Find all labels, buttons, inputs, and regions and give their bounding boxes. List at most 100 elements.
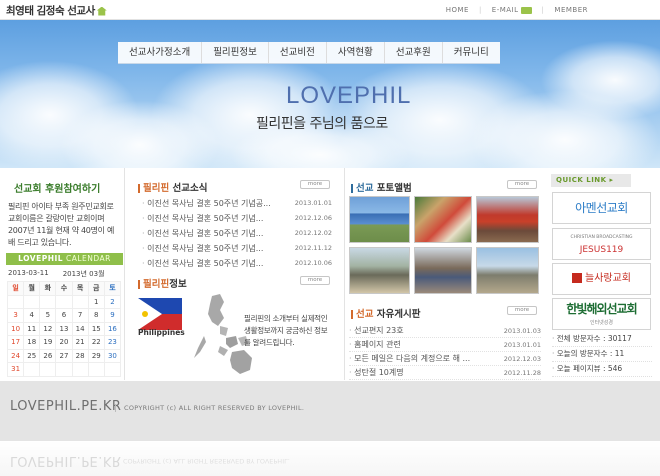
info-title-highlight: 필리핀: [143, 279, 170, 290]
quicklink-neulsarang[interactable]: 늘사랑교회: [552, 263, 651, 295]
news-more-button[interactable]: more: [300, 180, 330, 189]
list-item[interactable]: 이진선 목사님 결혼 50주년 기념공... 2013.01.01: [142, 196, 332, 211]
album-title[interactable]: 선교 포토앨범: [351, 180, 412, 194]
calendar-day[interactable]: 28: [71, 348, 89, 363]
calendar-day[interactable]: 31: [6, 362, 25, 377]
hero-banner: 선교사가정소개 필리핀정보 선교비전 사역현황 선교후원 커뮤니티 LOVEPH…: [0, 20, 660, 168]
calendar-day[interactable]: 11: [23, 321, 41, 336]
top-bar: 최영태 김정숙 선교사 HOME | E-MAIL | MEMBER: [0, 0, 660, 20]
calendar-day[interactable]: 21: [71, 335, 89, 350]
news-item-title: 이진선 목사님 결혼 50주년 기념...: [142, 241, 263, 256]
calendar-day[interactable]: 25: [23, 348, 41, 363]
site-logo[interactable]: 최영태 김정숙 선교사: [6, 3, 107, 18]
calendar-weekday: 금: [87, 281, 105, 296]
nav-item-family[interactable]: 선교사가정소개: [118, 42, 201, 63]
nav-item-support[interactable]: 선교후원: [383, 42, 442, 63]
list-item[interactable]: 모든 메일은 다음의 계정으로 해 ... 2012.12.03: [349, 352, 541, 366]
list-item[interactable]: 홈페이지 관련 2013.01.01: [349, 338, 541, 352]
board-more-button[interactable]: more: [507, 306, 537, 315]
calendar-weekday: 월: [23, 281, 41, 296]
footer-logo: LOVEPHIL.PE.KR: [10, 399, 122, 414]
nav-item-vision[interactable]: 선교비전: [267, 42, 326, 63]
calendar-day[interactable]: 16: [103, 321, 122, 336]
email-link[interactable]: E-MAIL: [492, 6, 532, 14]
calendar-week: 24 25 26 27 28 29 30: [6, 348, 122, 363]
calendar-day[interactable]: 9: [103, 308, 122, 323]
calendar-grid: 일 월 화 수 목 금 토 1 2 3 4 5 6 7 8 9 10 11 12 13 14 15 16 17 18 19 20 21…: [6, 281, 122, 377]
photo-thumbnail[interactable]: [349, 247, 410, 294]
calendar-day[interactable]: 27: [55, 348, 73, 363]
photo-thumbnail[interactable]: [476, 247, 539, 294]
calendar-day[interactable]: 1: [87, 294, 105, 309]
list-item[interactable]: 이진선 목사님 결혼 50주년 기념... 2012.10.06: [142, 256, 332, 271]
calendar-day: [39, 294, 57, 309]
calendar-header: 2013-03-11 2013년 03월: [8, 269, 105, 279]
support-title[interactable]: 선교회 후원참여하기: [14, 180, 100, 195]
news-title[interactable]: 필리핀 선교소식: [138, 180, 208, 194]
neulsarang-label: 늘사랑교회: [585, 273, 631, 284]
quicklink-jesus119[interactable]: CHRISTIAN BROADCASTING JESUS119: [552, 228, 651, 260]
calendar-day: [55, 362, 73, 377]
info-more-button[interactable]: more: [300, 276, 330, 285]
calendar-week: 31: [6, 362, 122, 377]
photo-thumbnail[interactable]: [476, 196, 539, 243]
calendar-day[interactable]: 2: [103, 294, 122, 309]
photo-thumbnail[interactable]: [414, 196, 472, 243]
board-item-date: 2012.12.03: [503, 355, 541, 363]
nav-item-ministry[interactable]: 사역현황: [325, 42, 384, 63]
list-item[interactable]: 성탄절 10계명 2012.11.28: [349, 366, 541, 380]
footer: LOVEPHIL.PE.KR COPYRIGHT (c) ALL RIGHT R…: [0, 381, 660, 476]
stat-pageviews: 오늘 페이지뷰 : 546: [552, 362, 652, 377]
info-title[interactable]: 필리핀정보: [138, 276, 187, 290]
calendar-day[interactable]: 26: [39, 348, 57, 363]
calendar-day[interactable]: 3: [6, 308, 25, 323]
calendar-day[interactable]: 18: [23, 335, 41, 350]
calendar-day: [103, 362, 122, 377]
board-title[interactable]: 선교 자유게시판: [351, 306, 421, 320]
list-item[interactable]: 이진선 목사님 결혼 50주년 기념... 2012.12.06: [142, 211, 332, 226]
calendar-day[interactable]: 8: [87, 308, 105, 323]
board-title-text: 자유게시판: [376, 309, 421, 320]
calendar-day[interactable]: 4: [23, 308, 41, 323]
calendar-day[interactable]: 19: [39, 335, 57, 350]
calendar-brand: LOVEPHIL: [18, 254, 64, 263]
home-link[interactable]: HOME: [446, 6, 469, 14]
calendar-current-date: 2013-03-11: [8, 269, 49, 277]
util-links: HOME | E-MAIL | MEMBER: [446, 6, 588, 14]
calendar-day[interactable]: 23: [103, 335, 122, 350]
info-text: 필리핀의 소개부터 실제적인 생활정보까지 궁금하신 정보를 알려드립니다.: [244, 314, 328, 347]
home-icon: [96, 6, 107, 16]
calendar-day[interactable]: 14: [71, 321, 89, 336]
calendar-month[interactable]: 2013년 03월: [63, 269, 105, 279]
calendar-day[interactable]: 15: [87, 321, 105, 336]
photo-thumbnail[interactable]: [349, 196, 410, 243]
calendar-day[interactable]: 29: [87, 348, 105, 363]
calendar-day[interactable]: 6: [55, 308, 73, 323]
photo-thumbnail[interactable]: [414, 247, 472, 294]
calendar-day[interactable]: 24: [6, 348, 25, 363]
calendar-day: [87, 362, 105, 377]
calendar-day[interactable]: 20: [55, 335, 73, 350]
calendar-day[interactable]: 22: [87, 335, 105, 350]
calendar-day[interactable]: 10: [6, 321, 25, 336]
quicklink-hanbit[interactable]: 한빛해외선교회 인터넷성경: [552, 298, 651, 330]
mail-icon: [520, 6, 532, 14]
calendar-week: 12: [6, 294, 122, 309]
middle-column: 필리핀 선교소식 more 이진선 목사님 결혼 50주년 기념공... 2013…: [134, 168, 334, 380]
calendar-week: 17 18 19 20 21 22 23: [6, 335, 122, 350]
member-link[interactable]: MEMBER: [554, 6, 588, 14]
list-item[interactable]: 이진선 목사님 결혼 50주년 기념... 2012.11.12: [142, 241, 332, 256]
calendar-day[interactable]: 17: [6, 335, 25, 350]
list-item[interactable]: 선교편지 23호 2013.01.03: [349, 324, 541, 338]
calendar-day: [71, 362, 89, 377]
calendar-day[interactable]: 30: [103, 348, 122, 363]
calendar-day[interactable]: 5: [39, 308, 57, 323]
calendar-day[interactable]: 13: [55, 321, 73, 336]
nav-item-community[interactable]: 커뮤니티: [441, 42, 500, 63]
nav-item-philippines-info[interactable]: 필리핀정보: [201, 42, 268, 63]
calendar-day[interactable]: 12: [39, 321, 57, 336]
album-more-button[interactable]: more: [507, 180, 537, 189]
calendar-day[interactable]: 7: [71, 308, 89, 323]
list-item[interactable]: 이진선 목사님 결혼 50주년 기념... 2012.12.02: [142, 226, 332, 241]
quicklink-amen[interactable]: 아멘선교회: [552, 192, 651, 224]
